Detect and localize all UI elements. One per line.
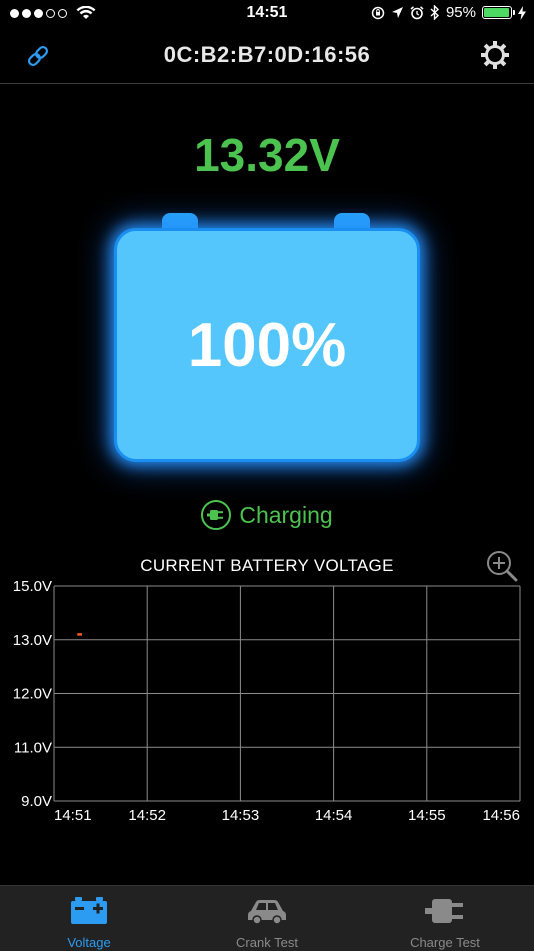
charging-bolt-icon	[518, 5, 526, 20]
tab-voltage[interactable]: Voltage	[0, 886, 178, 951]
battery-graphic: 100%	[114, 213, 420, 462]
tab-crank-test[interactable]: Crank Test	[178, 886, 356, 951]
device-address-title: 0C:B2:B7:0D:16:56	[163, 42, 371, 67]
settings-button[interactable]	[478, 38, 512, 72]
battery-body: 100%	[114, 228, 420, 462]
chart-x-tick-label: 14:56	[482, 807, 520, 824]
plug-icon	[201, 500, 232, 530]
gear-icon	[481, 41, 509, 69]
alarm-icon	[410, 5, 424, 19]
charging-label: Charging	[239, 501, 333, 528]
battery-icon	[71, 897, 107, 924]
chart-x-tick-label: 14:51	[54, 807, 92, 824]
rotation-lock-icon	[371, 6, 385, 19]
battery-percent: 95%	[445, 4, 476, 21]
car-icon	[248, 900, 286, 925]
charging-status: Charging	[0, 500, 534, 530]
voltage-chart: 15.0V 13.0V 12.0V 11.0V 9.0V14:51 14:52 14:53 1…	[13, 578, 521, 824]
tab-voltage-label: Voltage	[67, 935, 111, 950]
tab-charge-test-label: Charge Test	[410, 935, 480, 950]
tab-charge-test[interactable]: Charge Test	[356, 886, 534, 951]
battery-percent-label: 100%	[187, 310, 347, 380]
chart-x-tick-label: 14:54	[315, 807, 353, 824]
chart-x-tick-label: 14:55	[408, 807, 446, 824]
status-bar: 14:51 95%	[0, 0, 534, 28]
plug-icon	[425, 899, 463, 923]
location-icon	[391, 7, 403, 18]
tab-crank-test-label: Crank Test	[236, 935, 298, 950]
voltage-readout: 13.32V	[194, 129, 340, 181]
chart-y-tick-label: 12.0V	[13, 686, 52, 703]
battery-status-icon	[482, 6, 515, 19]
bluetooth-icon	[430, 5, 439, 20]
tab-bar: Voltage Crank Test Charge Test	[0, 885, 534, 951]
chart-x-tick-label: 14:52	[128, 807, 166, 824]
chart-x-tick-label: 14:53	[222, 807, 260, 824]
chart-y-tick-label: 15.0V	[13, 578, 52, 595]
nav-bar: 0C:B2:B7:0D:16:56	[0, 28, 534, 84]
status-right: 95%	[371, 4, 526, 21]
chart-y-tick-label: 9.0V	[21, 793, 52, 810]
chart-y-tick-label: 13.0V	[13, 632, 52, 649]
chart-y-tick-label: 11.0V	[14, 739, 52, 756]
chart-title: CURRENT BATTERY VOLTAGE	[140, 556, 394, 575]
